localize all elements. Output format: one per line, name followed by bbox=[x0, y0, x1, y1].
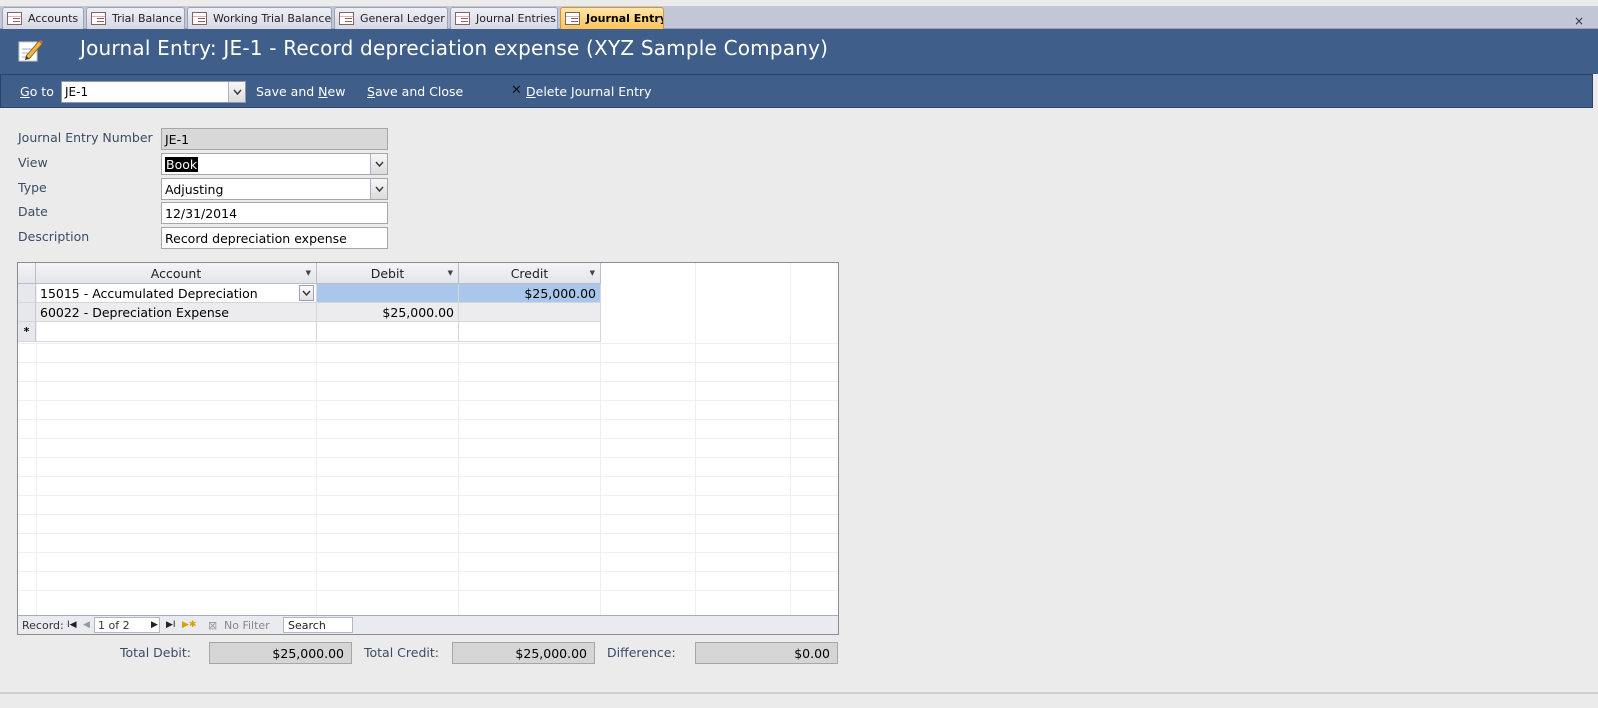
type-label: Type bbox=[18, 180, 47, 195]
tab-label: Journal Entries bbox=[476, 12, 556, 25]
record-position: 1 of 2 bbox=[98, 619, 130, 632]
new-account-cell[interactable] bbox=[36, 322, 317, 342]
page-title: Journal Entry: JE-1 - Record depreciatio… bbox=[80, 36, 829, 60]
table-icon bbox=[455, 12, 470, 25]
goto-label: Go to bbox=[20, 84, 54, 99]
description-label: Description bbox=[18, 229, 90, 244]
last-record-icon[interactable]: ▶I bbox=[166, 620, 176, 630]
difference-value: $0.00 bbox=[794, 646, 830, 661]
delete-journal-entry-button[interactable]: Delete Journal Entry bbox=[526, 84, 652, 99]
chevron-down-icon[interactable] bbox=[370, 154, 387, 174]
description-field[interactable]: Record depreciation expense bbox=[161, 227, 388, 249]
column-header-label: Credit bbox=[510, 265, 549, 281]
journal-entry-number-value: JE-1 bbox=[165, 132, 190, 147]
table-icon bbox=[565, 12, 580, 25]
tab-label: Working Trial Balance bbox=[213, 12, 332, 25]
sort-dropdown-icon[interactable]: ▼ bbox=[448, 269, 453, 277]
tab-label: Accounts bbox=[28, 12, 79, 25]
journal-entry-number-field: JE-1 bbox=[161, 128, 388, 150]
tab-general-ledger[interactable]: General Ledger bbox=[334, 7, 448, 29]
description-value: Record depreciation expense bbox=[165, 231, 347, 246]
form-header: Journal Entry: JE-1 - Record depreciatio… bbox=[0, 29, 1598, 74]
difference-field: $0.00 bbox=[695, 642, 838, 664]
tab-trial-balance[interactable]: Trial Balance bbox=[86, 7, 185, 29]
search-placeholder: Search bbox=[288, 619, 326, 632]
new-credit-cell[interactable] bbox=[459, 322, 601, 342]
type-combobox[interactable]: Adjusting bbox=[161, 178, 388, 200]
tab-label: Trial Balance bbox=[112, 12, 182, 25]
column-header-label: Account bbox=[150, 265, 202, 281]
account-cell[interactable]: 60022 - Depreciation Expense bbox=[36, 303, 317, 322]
save-and-close-button[interactable]: Save and Close bbox=[367, 84, 463, 99]
search-input[interactable]: Search bbox=[283, 617, 353, 633]
pencil-notepad-icon bbox=[18, 40, 43, 62]
column-header-account[interactable]: Account ▼ bbox=[36, 263, 317, 284]
sort-dropdown-icon[interactable]: ▼ bbox=[306, 269, 311, 277]
sort-dropdown-icon[interactable]: ▼ bbox=[590, 269, 595, 277]
goto-combobox[interactable]: JE-1 bbox=[61, 81, 246, 103]
date-value: 12/31/2014 bbox=[165, 206, 238, 221]
table-icon bbox=[91, 12, 106, 25]
view-combobox[interactable]: Book bbox=[161, 153, 388, 175]
total-debit-field: $25,000.00 bbox=[209, 642, 352, 664]
debit-cell[interactable]: $25,000.00 bbox=[317, 303, 459, 322]
document-tab-strip: Accounts Trial Balance Working Trial Bal… bbox=[0, 6, 1598, 29]
total-credit-value: $25,000.00 bbox=[515, 646, 587, 661]
total-credit-field: $25,000.00 bbox=[452, 642, 595, 664]
select-all-corner[interactable] bbox=[18, 263, 36, 284]
view-label: View bbox=[18, 155, 48, 170]
account-value: 15015 - Accumulated Depreciation bbox=[40, 286, 258, 301]
journal-lines-datasheet: Account ▼ Debit ▼ Credit ▼ 15015 - Accum… bbox=[17, 262, 839, 635]
delete-icon: ✕ bbox=[511, 83, 522, 98]
close-tab-icon[interactable]: × bbox=[1574, 14, 1584, 28]
previous-record-icon[interactable]: ◀ bbox=[83, 620, 90, 630]
row-selector[interactable] bbox=[18, 284, 36, 303]
total-credit-label: Total Credit: bbox=[364, 645, 439, 660]
next-record-icon[interactable]: ▶ bbox=[151, 620, 158, 630]
table-icon bbox=[339, 12, 354, 25]
credit-cell[interactable]: $25,000.00 bbox=[459, 284, 601, 303]
tab-accounts[interactable]: Accounts bbox=[2, 7, 84, 29]
record-navigation-bar: Record: I◀ ◀ 1 of 2 ▶ ▶I ▶✱ ⊠ No Filter … bbox=[18, 615, 838, 634]
status-divider bbox=[0, 692, 1598, 694]
date-label: Date bbox=[18, 204, 48, 219]
tab-label: Journal Entry bbox=[586, 12, 664, 25]
goto-value: JE-1 bbox=[65, 85, 89, 99]
new-debit-cell[interactable] bbox=[317, 322, 459, 342]
form-toolbar: Go to JE-1 Save and New Save and Close ✕… bbox=[0, 74, 1593, 108]
chevron-down-icon[interactable] bbox=[299, 285, 314, 301]
filter-icon: ⊠ bbox=[208, 619, 218, 632]
type-value: Adjusting bbox=[165, 182, 224, 197]
column-header-credit[interactable]: Credit ▼ bbox=[459, 263, 601, 284]
new-record-icon[interactable]: ▶✱ bbox=[182, 620, 196, 630]
journal-entry-number-label: Journal Entry Number bbox=[18, 130, 153, 145]
date-field[interactable]: 12/31/2014 bbox=[161, 202, 388, 224]
save-and-new-button[interactable]: Save and New bbox=[256, 84, 345, 99]
no-filter-button[interactable]: No Filter bbox=[224, 619, 270, 632]
tab-journal-entries[interactable]: Journal Entries bbox=[450, 7, 558, 29]
tab-working-trial-balance[interactable]: Working Trial Balance bbox=[187, 7, 332, 29]
credit-cell[interactable] bbox=[459, 303, 601, 322]
view-value: Book bbox=[165, 157, 199, 172]
total-debit-label: Total Debit: bbox=[120, 645, 192, 660]
chevron-down-icon[interactable] bbox=[228, 82, 245, 102]
record-label: Record: bbox=[22, 619, 64, 632]
account-cell[interactable]: 15015 - Accumulated Depreciation bbox=[36, 284, 317, 303]
column-header-label: Debit bbox=[370, 265, 405, 281]
tab-journal-entry[interactable]: Journal Entry bbox=[560, 7, 664, 29]
table-icon bbox=[192, 12, 207, 25]
table-icon bbox=[7, 12, 22, 25]
tab-label: General Ledger bbox=[360, 12, 445, 25]
total-debit-value: $25,000.00 bbox=[272, 646, 344, 661]
chevron-down-icon[interactable] bbox=[370, 179, 387, 199]
new-record-marker[interactable]: * bbox=[18, 322, 36, 342]
debit-cell[interactable] bbox=[317, 284, 459, 303]
first-record-icon[interactable]: I◀ bbox=[67, 620, 77, 630]
row-selector[interactable] bbox=[18, 303, 36, 322]
difference-label: Difference: bbox=[607, 645, 676, 660]
column-header-debit[interactable]: Debit ▼ bbox=[317, 263, 459, 284]
